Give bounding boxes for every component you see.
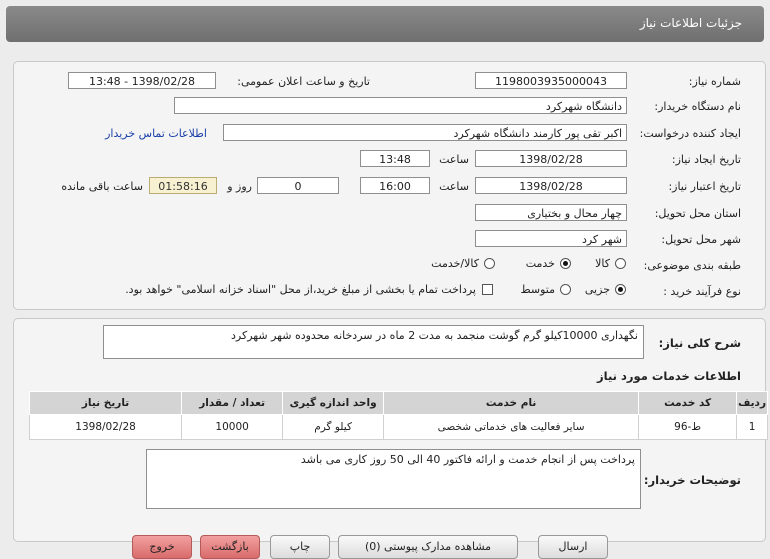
remaining-time-label: ساعت باقی مانده bbox=[61, 180, 143, 193]
col-service-code: کد خدمت bbox=[638, 391, 738, 415]
valid-time-field: 16:00 bbox=[360, 177, 430, 194]
back-button[interactable]: بازگشت bbox=[200, 535, 260, 559]
cell-row: 1 bbox=[736, 414, 768, 440]
creator-label: ایجاد کننده درخواست: bbox=[639, 127, 741, 140]
province-label: استان محل تحویل: bbox=[654, 207, 741, 220]
page-header: جزئیات اطلاعات نیاز bbox=[6, 6, 764, 42]
city-field: شهر کرد bbox=[475, 230, 627, 247]
exit-button[interactable]: خروج bbox=[132, 535, 192, 559]
table-row: 1 ط-96 سایر فعالیت های خدماتی شخصی کیلو … bbox=[28, 414, 768, 440]
buyer-label: نام دستگاه خریدار: bbox=[654, 100, 741, 113]
buyer-field: دانشگاه شهرکرد bbox=[174, 97, 627, 114]
created-time-field: 13:48 bbox=[360, 150, 430, 167]
print-button[interactable]: چاپ bbox=[270, 535, 330, 559]
created-time-label: ساعت bbox=[439, 153, 469, 166]
col-unit: واحد اندازه گیری bbox=[282, 391, 385, 415]
category-goods-service-label: کالا/خدمت bbox=[431, 257, 479, 270]
buyer-notes-label: توضیحات خریدار: bbox=[643, 473, 741, 487]
cell-service-name: سایر فعالیت های خدماتی شخصی bbox=[383, 414, 640, 440]
cell-unit: کیلو گرم bbox=[282, 414, 385, 440]
category-service-radio[interactable] bbox=[560, 258, 571, 269]
creator-field: اکبر تقی پور کارمند دانشگاه شهرکرد bbox=[223, 124, 627, 141]
services-title: اطلاعات خدمات مورد نیاز bbox=[597, 369, 741, 383]
category-goods-service-radio[interactable] bbox=[484, 258, 495, 269]
page-title: جزئیات اطلاعات نیاز bbox=[639, 16, 742, 30]
remaining-time-field: 01:58:16 bbox=[149, 177, 217, 194]
valid-date-label: تاریخ اعتبار نیاز: bbox=[668, 180, 741, 193]
category-goods-label: کالا bbox=[595, 257, 610, 270]
need-number-label: شماره نیاز: bbox=[688, 75, 741, 88]
cell-service-code: ط-96 bbox=[638, 414, 738, 440]
description-field: نگهداری 10000کیلو گرم گوشت منجمد به مدت … bbox=[103, 325, 644, 359]
process-medium-radio[interactable] bbox=[560, 284, 571, 295]
contact-buyer-link[interactable]: اطلاعات تماس خریدار bbox=[105, 127, 207, 140]
buyer-notes-field: پرداخت پس از انجام خدمت و ارائه فاکتور 4… bbox=[146, 449, 641, 509]
process-minor-radio[interactable] bbox=[615, 284, 626, 295]
view-attachments-button[interactable]: مشاهده مدارک پیوستی (0) bbox=[338, 535, 518, 559]
valid-time-label: ساعت bbox=[439, 180, 469, 193]
days-field: 0 bbox=[257, 177, 339, 194]
send-button[interactable]: ارسال bbox=[538, 535, 608, 559]
days-label: روز و bbox=[227, 180, 252, 193]
services-table: ردیف کد خدمت نام خدمت واحد اندازه گیری ت… bbox=[28, 391, 768, 440]
cell-quantity: 10000 bbox=[181, 414, 284, 440]
category-label: طبقه بندی موضوعی: bbox=[643, 259, 741, 272]
created-date-field: 1398/02/28 bbox=[475, 150, 627, 167]
col-quantity: تعداد / مقدار bbox=[181, 391, 284, 415]
announce-label: تاریخ و ساعت اعلان عمومی: bbox=[237, 75, 370, 88]
cell-need-date: 1398/02/28 bbox=[28, 414, 183, 440]
announce-field: 1398/02/28 - 13:48 bbox=[68, 72, 216, 89]
treasury-payment-checkbox[interactable] bbox=[482, 284, 493, 295]
process-minor-label: جزیی bbox=[584, 283, 610, 296]
col-row: ردیف bbox=[736, 391, 768, 415]
category-goods-radio[interactable] bbox=[615, 258, 626, 269]
process-label: نوع فرآیند خرید : bbox=[663, 285, 741, 298]
city-label: شهر محل تحویل: bbox=[661, 233, 741, 246]
province-field: چهار محال و بختیاری bbox=[475, 204, 627, 221]
process-medium-label: متوسط bbox=[520, 283, 555, 296]
col-service-name: نام خدمت bbox=[383, 391, 640, 415]
treasury-payment-note: پرداخت تمام یا بخشی از مبلغ خرید،از محل … bbox=[125, 283, 476, 296]
category-service-label: خدمت bbox=[525, 257, 555, 270]
created-date-label: تاریخ ایجاد نیاز: bbox=[671, 153, 741, 166]
col-need-date: تاریخ نیاز bbox=[28, 391, 183, 415]
valid-date-field: 1398/02/28 bbox=[475, 177, 627, 194]
services-header-row: ردیف کد خدمت نام خدمت واحد اندازه گیری ت… bbox=[28, 391, 768, 415]
need-number-field: 1198003935000043 bbox=[475, 72, 627, 89]
description-label: شرح کلی نیاز: bbox=[658, 336, 741, 350]
